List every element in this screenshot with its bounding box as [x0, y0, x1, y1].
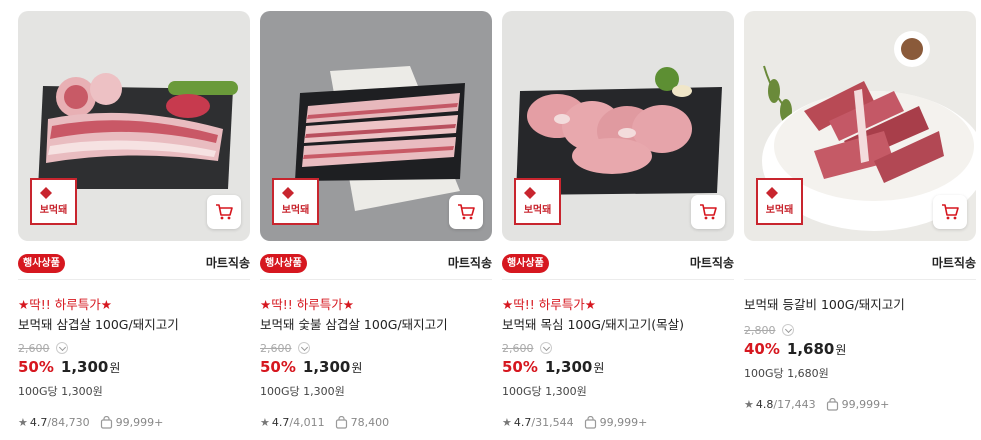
sale-price: 1,680: [786, 340, 835, 358]
product-card[interactable]: 보먹돼 마트직송 보먹돼 등갈비 100G/돼지고기 2,800 40% 1,6…: [744, 11, 976, 436]
chevron-down-icon[interactable]: [297, 342, 310, 354]
shipping-label: 마트직송: [931, 256, 976, 270]
shopping-bag-icon: [100, 415, 113, 429]
product-card[interactable]: 보먹돼 행사상품 마트직송 ★딱!! 하루특가★ 보먹돼 숯불 삼겹살 100G…: [260, 11, 492, 436]
rating-row: ★ 4.7 /4,011 78,400: [260, 415, 492, 429]
sold-count: 99,999+: [599, 415, 648, 429]
product-image[interactable]: 보먹돼: [18, 11, 250, 241]
chevron-down-icon[interactable]: [55, 342, 68, 354]
cart-icon: [458, 204, 475, 220]
unit-price: 100G당 1,680원: [744, 367, 829, 380]
product-image[interactable]: 보먹돼: [260, 11, 492, 241]
divider: [18, 279, 250, 280]
rating-value: 4.7: [29, 415, 48, 429]
rating-value: 4.7: [513, 415, 532, 429]
brand-logo-text: 보먹돼: [766, 203, 794, 216]
promo-text: ★딱!! 하루특가★: [502, 297, 596, 312]
shopping-bag-icon: [584, 415, 597, 429]
star-icon: ★: [502, 415, 512, 429]
shopping-bag-icon: [826, 397, 839, 411]
price-line: 50% 1,300 원: [260, 358, 492, 380]
cart-icon: [942, 204, 959, 220]
chevron-down-icon[interactable]: [539, 342, 552, 354]
sold-count: 78,400: [350, 415, 390, 429]
add-to-cart-button[interactable]: [691, 195, 725, 229]
promo-text: ★딱!! 하루특가★: [18, 297, 112, 312]
product-image[interactable]: 보먹돼: [502, 11, 734, 241]
brand-logo-text: 보먹돼: [524, 203, 552, 216]
brand-logo-text: 보먹돼: [282, 203, 310, 216]
product-title[interactable]: 보먹돼 삼겹살 100G/돼지고기: [18, 314, 250, 334]
price-line: 50% 1,300 원: [502, 358, 734, 380]
price-line: 50% 1,300 원: [18, 358, 250, 380]
brand-logo-text: 보먹돼: [40, 203, 68, 216]
promo-text: ★딱!! 하루특가★: [260, 297, 354, 312]
rating-row: ★ 4.8 /17,443 99,999+: [744, 397, 976, 411]
unit-price: 100G당 1,300원: [260, 385, 345, 398]
discount-rate: 40%: [744, 340, 780, 358]
original-price: 2,600: [260, 341, 492, 355]
add-to-cart-button[interactable]: [933, 195, 967, 229]
original-price: 2,600: [502, 341, 734, 355]
divider: [260, 279, 492, 280]
currency-label: 원: [351, 361, 363, 375]
sale-price: 1,300: [60, 358, 109, 376]
product-image[interactable]: 보먹돼: [744, 11, 976, 241]
cart-icon: [700, 204, 717, 220]
currency-label: 원: [109, 361, 121, 375]
chevron-down-icon[interactable]: [781, 324, 794, 336]
product-grid: 보먹돼 행사상품 마트직송 ★딱!! 하루특가★ 보먹돼 삼겹살 100G/돼지…: [0, 0, 981, 440]
unit-price: 100G당 1,300원: [18, 385, 103, 398]
unit-price: 100G당 1,300원: [502, 385, 587, 398]
discount-rate: 50%: [502, 358, 538, 376]
currency-label: 원: [593, 361, 605, 375]
review-count: /4,011: [289, 415, 325, 429]
original-price-value: 2,600: [502, 341, 534, 355]
star-icon: ★: [260, 415, 270, 429]
sold-count: 99,999+: [115, 415, 164, 429]
badge-row: 행사상품 마트직송: [260, 247, 492, 279]
currency-label: 원: [835, 343, 847, 357]
sale-price: 1,300: [302, 358, 351, 376]
sale-price: 1,300: [544, 358, 593, 376]
review-count: /31,544: [531, 415, 574, 429]
shipping-label: 마트직송: [447, 256, 492, 270]
original-price-value: 2,600: [260, 341, 292, 355]
event-badge: 행사상품: [18, 254, 65, 273]
cart-icon: [216, 204, 233, 220]
star-icon: ★: [18, 415, 28, 429]
event-badge: 행사상품: [260, 254, 307, 273]
add-to-cart-button[interactable]: [449, 195, 483, 229]
discount-rate: 50%: [18, 358, 54, 376]
badge-row: 행사상품 마트직송: [502, 247, 734, 279]
badge-row: 행사상품 마트직송: [18, 247, 250, 279]
product-card[interactable]: 보먹돼 행사상품 마트직송 ★딱!! 하루특가★ 보먹돼 삼겹살 100G/돼지…: [18, 11, 250, 436]
product-card[interactable]: 보먹돼 행사상품 마트직송 ★딱!! 하루특가★ 보먹돼 목심 100G/돼지고…: [502, 11, 734, 436]
rating-row: ★ 4.7 /84,730 99,999+: [18, 415, 250, 429]
original-price-value: 2,600: [18, 341, 50, 355]
add-to-cart-button[interactable]: [207, 195, 241, 229]
sold-count: 99,999+: [841, 397, 890, 411]
review-count: /17,443: [773, 397, 816, 411]
price-line: 40% 1,680 원: [744, 340, 976, 362]
event-badge: 행사상품: [502, 254, 549, 273]
divider: [502, 279, 734, 280]
shipping-label: 마트직송: [689, 256, 734, 270]
rating-value: 4.7: [271, 415, 290, 429]
star-icon: ★: [744, 397, 754, 411]
badge-row: 마트직송: [744, 247, 976, 279]
shipping-label: 마트직송: [205, 256, 250, 270]
original-price: 2,600: [18, 341, 250, 355]
product-title[interactable]: 보먹돼 등갈비 100G/돼지고기: [744, 294, 976, 314]
product-title[interactable]: 보먹돼 목심 100G/돼지고기(목살): [502, 314, 734, 334]
rating-row: ★ 4.7 /31,544 99,999+: [502, 415, 734, 429]
review-count: /84,730: [47, 415, 90, 429]
rating-value: 4.8: [755, 397, 774, 411]
divider: [744, 279, 976, 280]
shopping-bag-icon: [335, 415, 348, 429]
original-price: 2,800: [744, 323, 976, 337]
product-title[interactable]: 보먹돼 숯불 삼겹살 100G/돼지고기: [260, 314, 492, 334]
discount-rate: 50%: [260, 358, 296, 376]
original-price-value: 2,800: [744, 323, 776, 337]
